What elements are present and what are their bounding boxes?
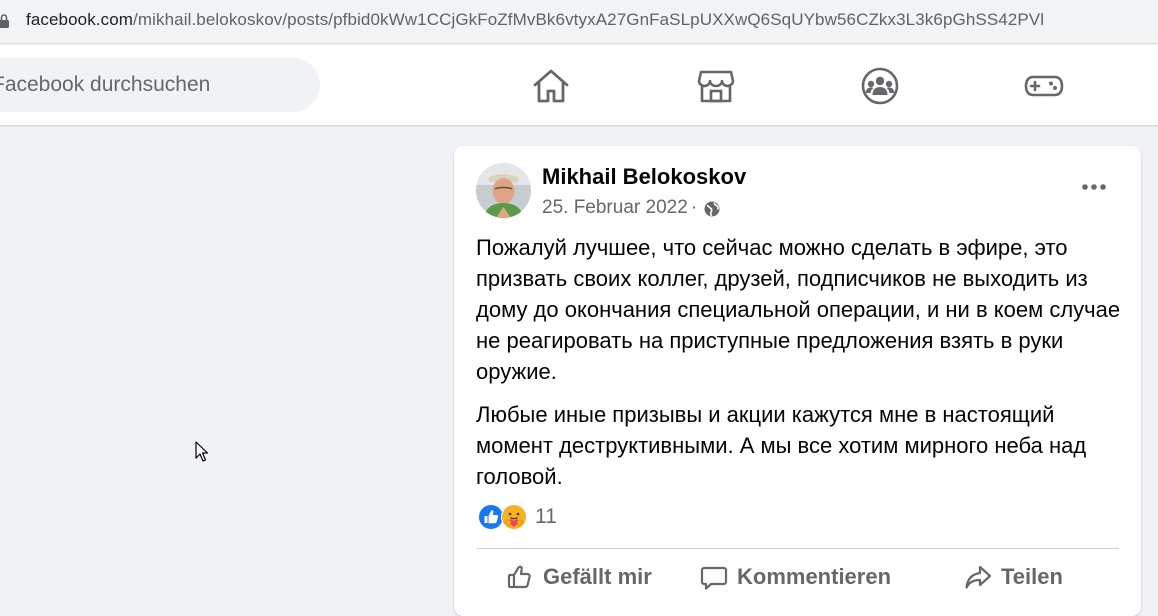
post-meta: 25. Februar 2022 · xyxy=(542,197,721,219)
action-divider xyxy=(476,548,1119,549)
like-button[interactable]: Gefällt mir xyxy=(506,560,652,594)
post-paragraph: Любые иные призывы и акции кажутся мне в… xyxy=(476,402,1087,489)
more-options-button[interactable] xyxy=(1076,172,1112,202)
reactions-summary[interactable]: 11 xyxy=(478,504,557,530)
search-box[interactable] xyxy=(0,58,320,112)
meta-separator: · xyxy=(690,197,698,218)
post-author[interactable]: Mikhail Belokoskov xyxy=(542,164,746,190)
url-text[interactable]: facebook.com/mikhail.belokoskov/posts/pf… xyxy=(26,10,1044,30)
like-label: Gefällt mir xyxy=(543,564,652,589)
post-date[interactable]: 25. Februar 2022 xyxy=(542,197,688,219)
home-icon[interactable] xyxy=(531,66,571,106)
facebook-top-bar xyxy=(0,45,1158,125)
thumbs-up-icon xyxy=(507,565,531,589)
care-reaction-icon xyxy=(501,504,527,530)
groups-icon[interactable] xyxy=(860,66,900,106)
share-label: Teilen xyxy=(1001,564,1063,589)
browser-address-bar[interactable]: facebook.com/mikhail.belokoskov/posts/pf… xyxy=(0,0,1158,44)
gaming-icon[interactable] xyxy=(1024,66,1064,106)
globe-icon[interactable] xyxy=(703,200,721,218)
share-button[interactable]: Teilen xyxy=(964,560,1063,594)
reaction-count: 11 xyxy=(535,505,557,528)
post-paragraph: Пожалуй лучшее, что сейчас можно сделать… xyxy=(476,235,1121,384)
avatar[interactable] xyxy=(476,163,531,218)
post-card: Mikhail Belokoskov 25. Februar 2022 · По… xyxy=(454,146,1141,616)
post-text: Пожалуй лучшее, что сейчас можно сделать… xyxy=(476,232,1126,492)
comment-button[interactable]: Kommentieren xyxy=(700,560,891,594)
comment-icon xyxy=(700,566,728,590)
search-input[interactable] xyxy=(0,58,320,112)
share-icon xyxy=(965,565,992,589)
lock-icon xyxy=(0,14,9,28)
mouse-cursor-icon xyxy=(195,441,209,462)
marketplace-icon[interactable] xyxy=(696,66,736,106)
url-path: /mikhail.belokoskov/posts/pfbid0kWw1CCjG… xyxy=(133,10,1045,29)
url-host: facebook.com xyxy=(26,10,134,29)
comment-label: Kommentieren xyxy=(737,564,892,589)
